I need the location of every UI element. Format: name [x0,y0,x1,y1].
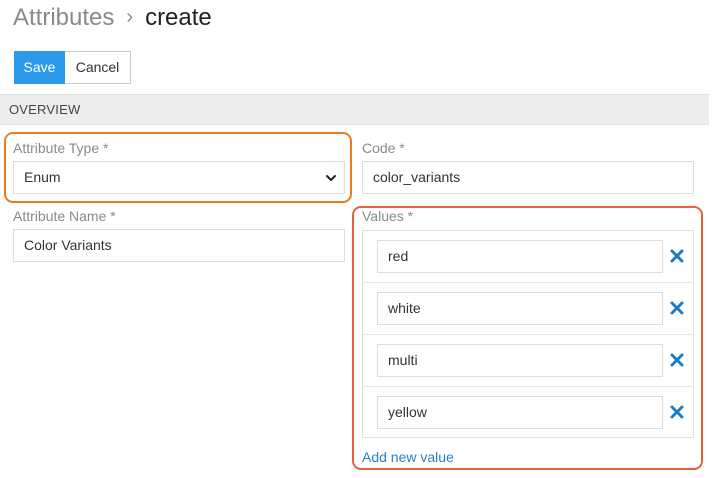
toolbar: Save Cancel [14,51,131,84]
code-input[interactable]: color_variants [362,161,694,194]
value-row: yellow [363,387,693,439]
value-row: red [363,231,693,283]
page: Attributes › create Save Cancel OVERVIEW… [0,0,715,478]
breadcrumb-root[interactable]: Attributes [13,4,114,32]
values-list: red white multi yellow [362,230,694,438]
save-button[interactable]: Save [14,51,65,84]
value-row: white [363,283,693,335]
value-row: multi [363,335,693,387]
attribute-type-select[interactable]: Enum [13,161,345,194]
cancel-button[interactable]: Cancel [65,51,131,84]
attribute-name-label: Attribute Name * [13,208,116,224]
add-new-value-link[interactable]: Add new value [362,449,454,465]
close-icon[interactable] [669,300,685,316]
breadcrumb: Attributes › create [13,4,212,38]
attribute-type-label: Attribute Type * [13,140,109,156]
page-title: create [145,4,212,31]
attribute-type-value: Enum [24,169,61,185]
close-icon[interactable] [669,404,685,420]
breadcrumb-separator: › [126,6,134,28]
code-label: Code * [362,140,405,156]
close-icon[interactable] [669,248,685,264]
close-icon[interactable] [669,352,685,368]
attribute-name-input[interactable]: Color Variants [13,229,345,262]
values-label: Values * [362,208,414,224]
value-input[interactable]: multi [377,344,663,377]
section-header-overview: OVERVIEW [0,94,709,125]
value-input[interactable]: yellow [377,396,663,429]
value-input[interactable]: red [377,240,663,273]
value-input[interactable]: white [377,292,663,325]
chevron-down-icon [326,174,336,181]
